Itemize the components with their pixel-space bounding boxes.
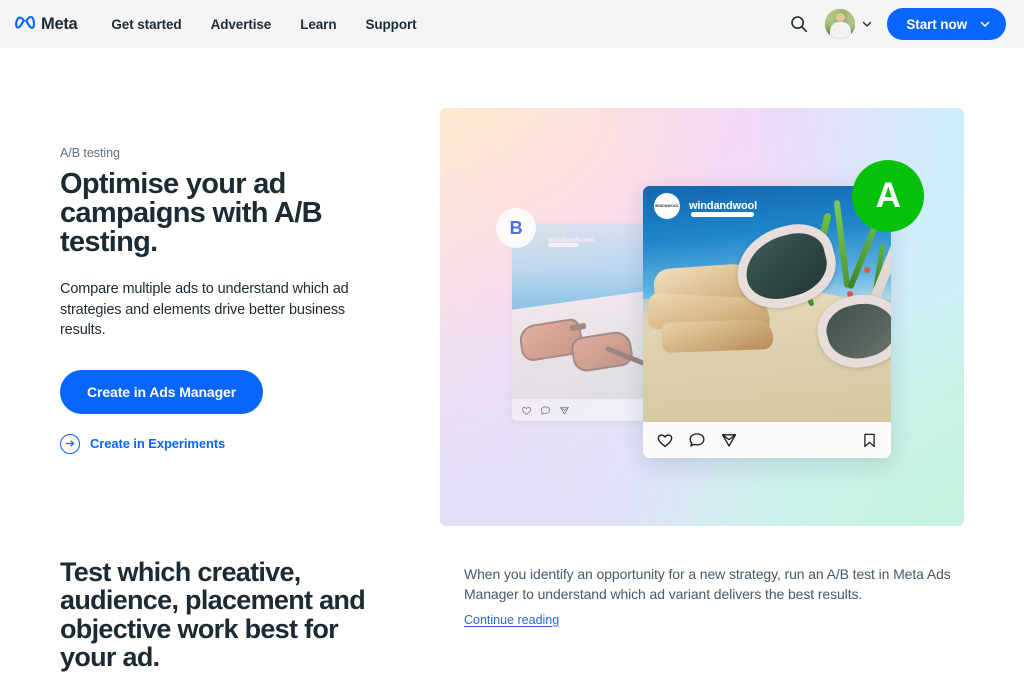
nav-item-get-started[interactable]: Get started (111, 17, 181, 32)
header-actions: Start now (787, 8, 1006, 40)
heart-icon[interactable] (656, 431, 674, 449)
sunglasses-product (727, 200, 891, 389)
hero-illustration: windandwool B WIND&WOOL windandwool A (440, 108, 964, 526)
comment-icon[interactable] (688, 431, 706, 449)
hero-eyebrow: A/B testing (60, 146, 120, 160)
lower-section: Test which creative, audience, placement… (0, 526, 1024, 671)
ad-variant-b-card: windandwool (512, 224, 645, 421)
ad-variant-a-avatar-label: WIND&WOOL (654, 204, 680, 208)
lower-left: Test which creative, audience, placement… (60, 558, 400, 671)
nav-item-learn[interactable]: Learn (300, 17, 336, 32)
search-button[interactable] (787, 12, 811, 36)
ad-variant-a-username: windandwool (689, 200, 758, 212)
page-content: A/B testing Optimise your ad campaigns w… (0, 48, 1024, 672)
ad-variant-a-actions (643, 422, 891, 458)
page-title: Optimise your ad campaigns with A/B test… (60, 168, 323, 258)
start-now-button[interactable]: Start now (887, 8, 1006, 40)
chevron-down-icon (980, 21, 990, 27)
share-icon (560, 406, 569, 415)
site-header: Meta Get started Advertise Learn Support… (0, 0, 1024, 48)
variant-b-badge: B (496, 208, 536, 248)
start-now-label: Start now (906, 16, 967, 32)
nav-item-advertise[interactable]: Advertise (211, 17, 272, 32)
brand-name: Meta (41, 14, 78, 33)
ad-variant-b-caption-bar (548, 243, 579, 247)
comment-icon (540, 405, 551, 415)
section-title: Test which creative, audience, placement… (60, 557, 366, 673)
create-in-experiments-label: Create in Experiments (90, 436, 226, 452)
create-in-ads-manager-button[interactable]: Create in Ads Manager (60, 369, 264, 414)
continue-reading-link[interactable]: Continue reading (464, 613, 559, 627)
section-body: When you identify an opportunity for a n… (464, 566, 951, 603)
arrow-right-circle-icon (60, 433, 80, 454)
meta-infinity-icon (14, 14, 36, 34)
ad-variant-b-actions (512, 399, 645, 421)
chevron-down-icon (863, 21, 872, 27)
variant-a-badge: A (852, 160, 924, 232)
hero-subtitle: Compare multiple ads to understand which… (60, 281, 349, 339)
ad-variant-a-card: WIND&WOOL windandwool (643, 186, 891, 458)
hero-section: A/B testing Optimise your ad campaigns w… (0, 48, 1024, 526)
primary-nav: Get started Advertise Learn Support (111, 17, 416, 32)
avatar (825, 9, 856, 39)
lower-right: When you identify an opportunity for a n… (464, 558, 964, 671)
account-menu[interactable] (825, 9, 873, 39)
hero-copy: A/B testing Optimise your ad campaigns w… (60, 108, 390, 526)
heart-icon (521, 406, 532, 415)
share-icon[interactable] (720, 431, 738, 449)
create-in-experiments-link[interactable]: Create in Experiments (60, 433, 226, 454)
ad-variant-a-avatar: WIND&WOOL (654, 193, 680, 219)
nav-item-support[interactable]: Support (365, 17, 416, 32)
meta-logo[interactable]: Meta (14, 14, 78, 34)
bookmark-icon[interactable] (861, 432, 878, 449)
search-icon (791, 16, 808, 33)
